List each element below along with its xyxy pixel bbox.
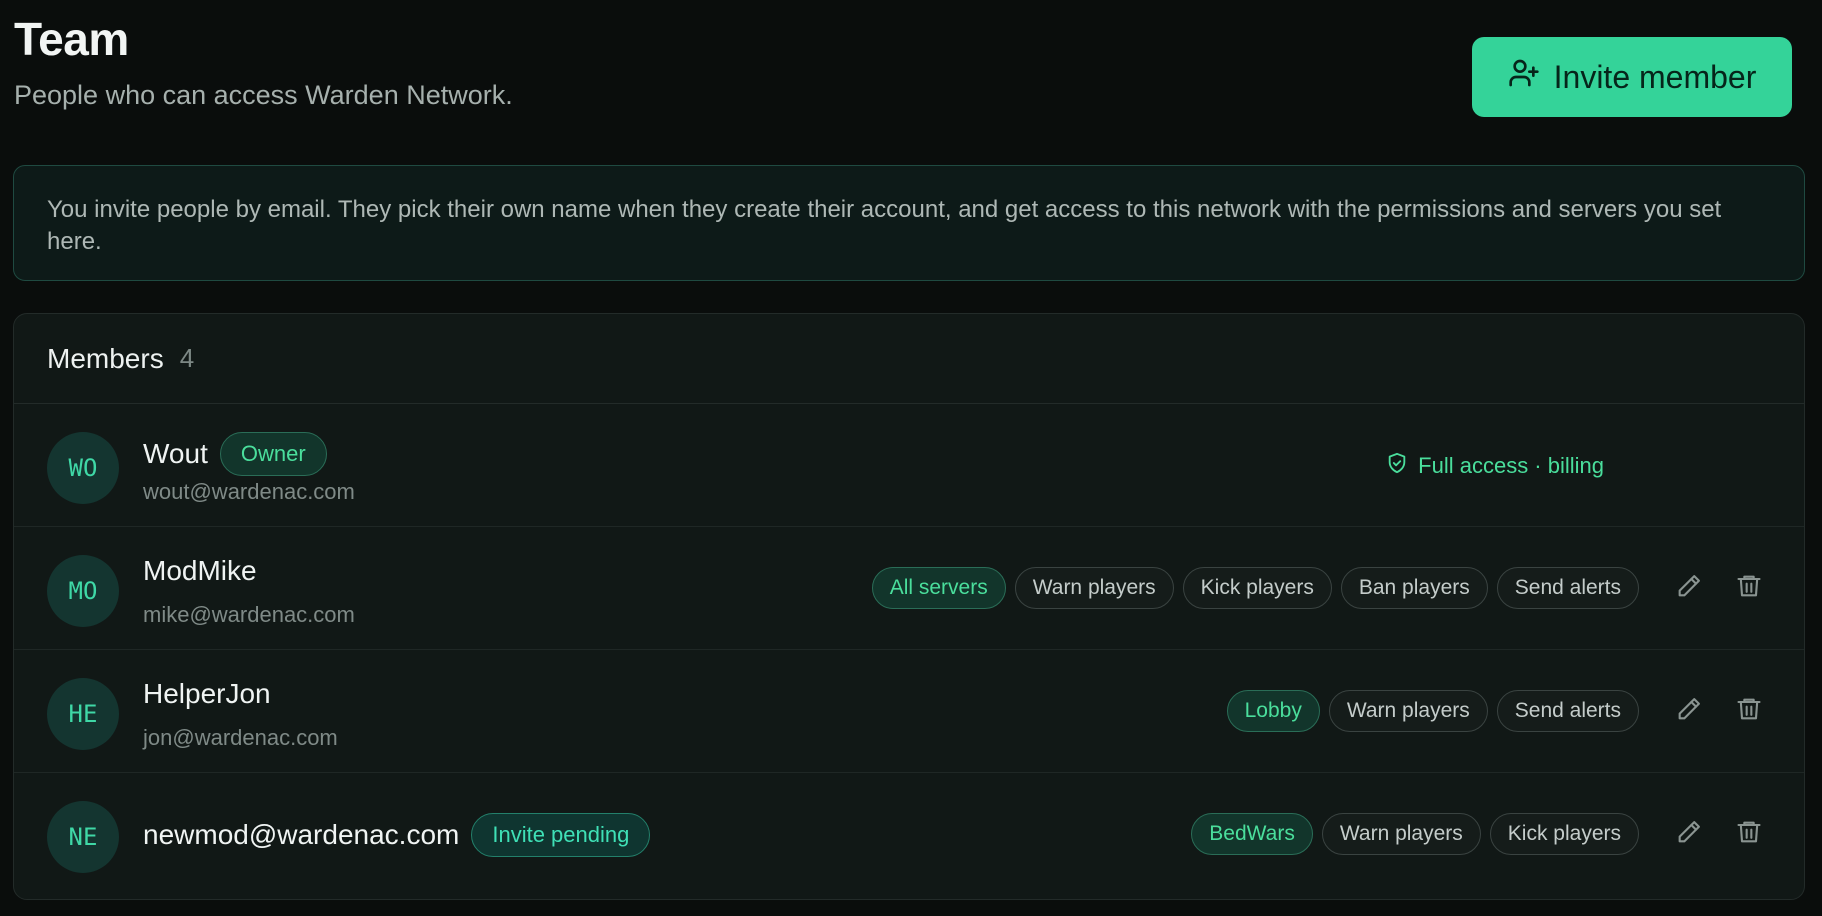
pencil-icon xyxy=(1675,572,1703,605)
edit-member-button[interactable] xyxy=(1674,809,1704,859)
avatar: WO xyxy=(47,432,119,504)
permission-tag: Warn players xyxy=(1321,813,1481,855)
permission-tag: Send alerts xyxy=(1496,567,1639,609)
invite-member-label: Invite member xyxy=(1553,58,1757,95)
row-actions xyxy=(1674,809,1764,859)
member-name-line: Wout Owner xyxy=(143,432,327,476)
member-row: MO ModMike mike@wardenac.com All servers… xyxy=(14,527,1804,650)
access-summary: Full access · billing xyxy=(1386,404,1604,527)
edit-member-button[interactable] xyxy=(1674,563,1704,613)
access-text: Full access · billing xyxy=(1418,452,1604,478)
permission-tag: Warn players xyxy=(1328,690,1488,732)
member-email: jon@wardenac.com xyxy=(143,725,338,750)
user-plus-icon xyxy=(1508,57,1540,97)
pencil-icon xyxy=(1675,818,1703,851)
permission-tag: Ban players xyxy=(1340,567,1488,609)
server-tag: Lobby xyxy=(1226,690,1320,732)
avatar: MO xyxy=(47,555,119,627)
members-label: Members xyxy=(47,342,164,374)
pencil-icon xyxy=(1675,695,1703,728)
permission-tags: All servers Warn players Kick players Ba… xyxy=(871,567,1639,609)
delete-member-button[interactable] xyxy=(1734,809,1764,859)
permission-tag: Kick players xyxy=(1182,567,1332,609)
delete-member-button[interactable] xyxy=(1734,686,1764,736)
info-banner-text: You invite people by email. They pick th… xyxy=(47,196,1722,255)
trash-icon xyxy=(1735,818,1763,851)
members-count: 4 xyxy=(179,343,195,373)
member-name: newmod@wardenac.com xyxy=(143,818,460,850)
invite-member-button[interactable]: Invite member xyxy=(1472,37,1792,117)
team-page: Team People who can access Warden Networ… xyxy=(0,0,1822,916)
member-name: Wout xyxy=(143,438,208,469)
edit-member-button[interactable] xyxy=(1674,686,1704,736)
members-header: Members 4 xyxy=(14,314,1804,404)
invite-pending-badge: Invite pending xyxy=(471,812,651,857)
shield-check-icon xyxy=(1386,452,1408,480)
avatar: HE xyxy=(47,678,119,750)
member-name-line: newmod@wardenac.com Invite pending xyxy=(143,773,651,896)
member-row: HE HelperJon jon@wardenac.com Lobby Warn… xyxy=(14,650,1804,773)
permission-tags: BedWars Warn players Kick players xyxy=(1191,813,1639,855)
row-actions xyxy=(1674,563,1764,613)
info-banner: You invite people by email. They pick th… xyxy=(13,165,1805,281)
member-row: NE newmod@wardenac.com Invite pending Be… xyxy=(14,773,1804,896)
avatar: NE xyxy=(47,801,119,873)
permission-tag: Send alerts xyxy=(1496,690,1639,732)
member-name-line: ModMike xyxy=(143,555,257,587)
permission-tags: Lobby Warn players Send alerts xyxy=(1226,690,1639,732)
permission-tag: Warn players xyxy=(1014,567,1174,609)
owner-badge: Owner xyxy=(219,432,327,476)
trash-icon xyxy=(1735,572,1763,605)
delete-member-button[interactable] xyxy=(1734,563,1764,613)
member-name: ModMike xyxy=(143,555,257,586)
server-tag: BedWars xyxy=(1191,813,1313,855)
member-email: wout@wardenac.com xyxy=(143,479,355,504)
member-name: HelperJon xyxy=(143,678,271,709)
member-row: WO Wout Owner wout@wardenac.com Full acc… xyxy=(14,404,1804,527)
server-tag: All servers xyxy=(871,567,1006,609)
page-title: Team xyxy=(14,13,129,65)
page-header: Team People who can access Warden Networ… xyxy=(14,0,1808,165)
trash-icon xyxy=(1735,695,1763,728)
members-card: Members 4 WO Wout Owner wout@wardenac.co… xyxy=(13,313,1805,900)
member-email: mike@wardenac.com xyxy=(143,602,355,627)
page-subtitle: People who can access Warden Network. xyxy=(14,80,513,110)
row-actions xyxy=(1674,686,1764,736)
member-name-line: HelperJon xyxy=(143,678,271,710)
permission-tag: Kick players xyxy=(1489,813,1639,855)
